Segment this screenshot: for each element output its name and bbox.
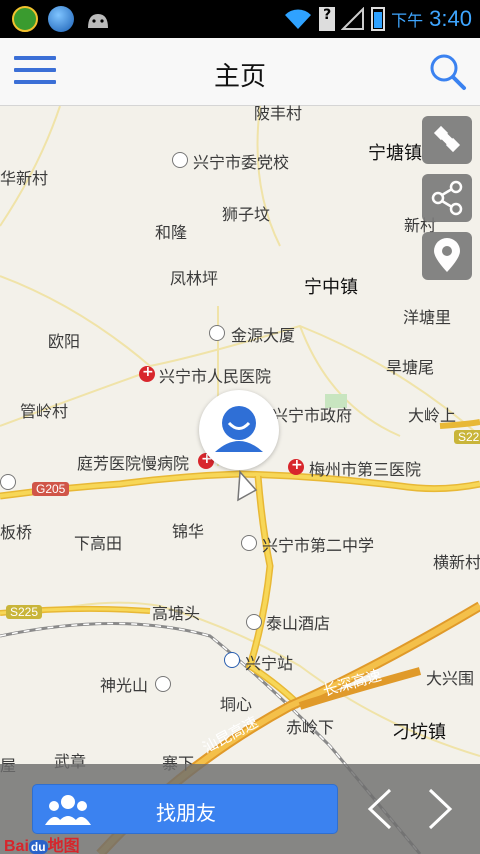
locate-button[interactable]	[422, 232, 472, 280]
status-bar: ? 下午 3:40	[0, 0, 480, 38]
map-label: 兴宁市第二中学	[262, 536, 375, 555]
map-label: 下高田	[74, 534, 123, 553]
globe-icon	[48, 6, 74, 32]
find-friends-label: 找朋友	[156, 801, 216, 825]
map-label: 金源大厦	[231, 326, 296, 345]
app-root: ? 下午 3:40 主页 陂丰村 兴宁市委党校 宁塘镇 华新村 狮子坟 新村 和…	[0, 0, 480, 854]
map-label: 锦华	[172, 522, 205, 541]
satellite-icon	[433, 125, 461, 153]
prev-button[interactable]	[364, 786, 396, 832]
mountain-poi-icon	[155, 676, 171, 692]
battery-icon	[371, 7, 386, 31]
map-label: 宁中镇	[304, 277, 358, 298]
map-label: 兴宁市人民医院	[159, 367, 272, 386]
baidu-map-logo: Bai du 地图	[4, 838, 80, 854]
map-label: 垌心	[220, 695, 253, 714]
map-label: 兴宁站	[245, 654, 294, 673]
hospital-poi-icon	[288, 457, 304, 475]
map-label: 赤岭下	[286, 718, 335, 737]
chevron-left-icon	[367, 788, 392, 830]
map-label: 管岭村	[20, 402, 69, 421]
map-label: 凤林坪	[170, 269, 219, 288]
train-station-icon	[224, 652, 240, 668]
no-sim-icon: ?	[319, 7, 336, 31]
map-label: 洋塘里	[403, 308, 452, 327]
map-label: 庭芳医院慢病院	[77, 454, 190, 473]
user-avatar-icon	[215, 406, 263, 452]
map-label: 狮子坟	[222, 205, 271, 224]
map-label: 华新村	[0, 169, 49, 188]
share-icon	[431, 180, 463, 216]
map-label: 宁塘镇	[368, 143, 422, 164]
location-pin-icon	[434, 238, 460, 272]
direction-arrow-icon	[237, 470, 258, 502]
road-shield: G205	[32, 482, 70, 496]
school-poi-icon	[241, 535, 257, 551]
map-label: 泰山酒店	[266, 614, 331, 633]
map-label: 横新村	[433, 553, 480, 572]
wifi-icon	[285, 9, 312, 29]
status-ampm: 下午	[391, 11, 424, 30]
signal-icon	[341, 7, 365, 30]
building-poi-icon	[209, 325, 225, 341]
status-time: 3:40	[429, 6, 472, 31]
map-view[interactable]: 陂丰村 兴宁市委党校 宁塘镇 华新村 狮子坟 新村 和隆 凤林坪 宁中镇 洋塘里…	[0, 104, 480, 854]
map-label: 刁坊镇	[392, 722, 446, 743]
next-button[interactable]	[424, 786, 456, 832]
school-poi-icon	[172, 152, 188, 168]
map-label: 和隆	[155, 223, 188, 242]
search-icon	[430, 54, 466, 90]
chevron-right-icon	[428, 788, 453, 830]
map-label: 兴宁市委党校	[193, 153, 290, 172]
map-label: 旱塘尾	[386, 358, 435, 377]
poi-icon	[0, 474, 16, 490]
map-label: 大兴围	[426, 669, 475, 688]
map-label: 陂丰村	[254, 104, 303, 123]
hospital-poi-icon	[139, 364, 155, 382]
map-label: 大岭上	[408, 406, 457, 425]
road-shield: S22	[454, 430, 480, 444]
map-label: 高塘头	[152, 604, 201, 623]
map-label: 欧阳	[48, 332, 81, 351]
page-title: 主页	[213, 62, 266, 92]
search-button[interactable]	[428, 52, 468, 92]
android-icon	[88, 14, 108, 28]
map-label: 板桥	[0, 523, 33, 542]
map-label: 神光山	[100, 676, 149, 695]
map-label: 兴宁市政府	[272, 406, 353, 425]
map-label: 梅州市第三医院	[309, 460, 422, 479]
satellite-layer-button[interactable]	[422, 116, 472, 164]
hotel-poi-icon	[246, 614, 262, 630]
share-button[interactable]	[422, 174, 472, 222]
user-location-avatar[interactable]	[199, 390, 279, 470]
app-notification-icon	[12, 6, 38, 32]
road-shield: S225	[6, 605, 43, 619]
app-bar: 主页	[0, 38, 480, 106]
find-friends-button[interactable]: 找朋友	[32, 784, 338, 834]
